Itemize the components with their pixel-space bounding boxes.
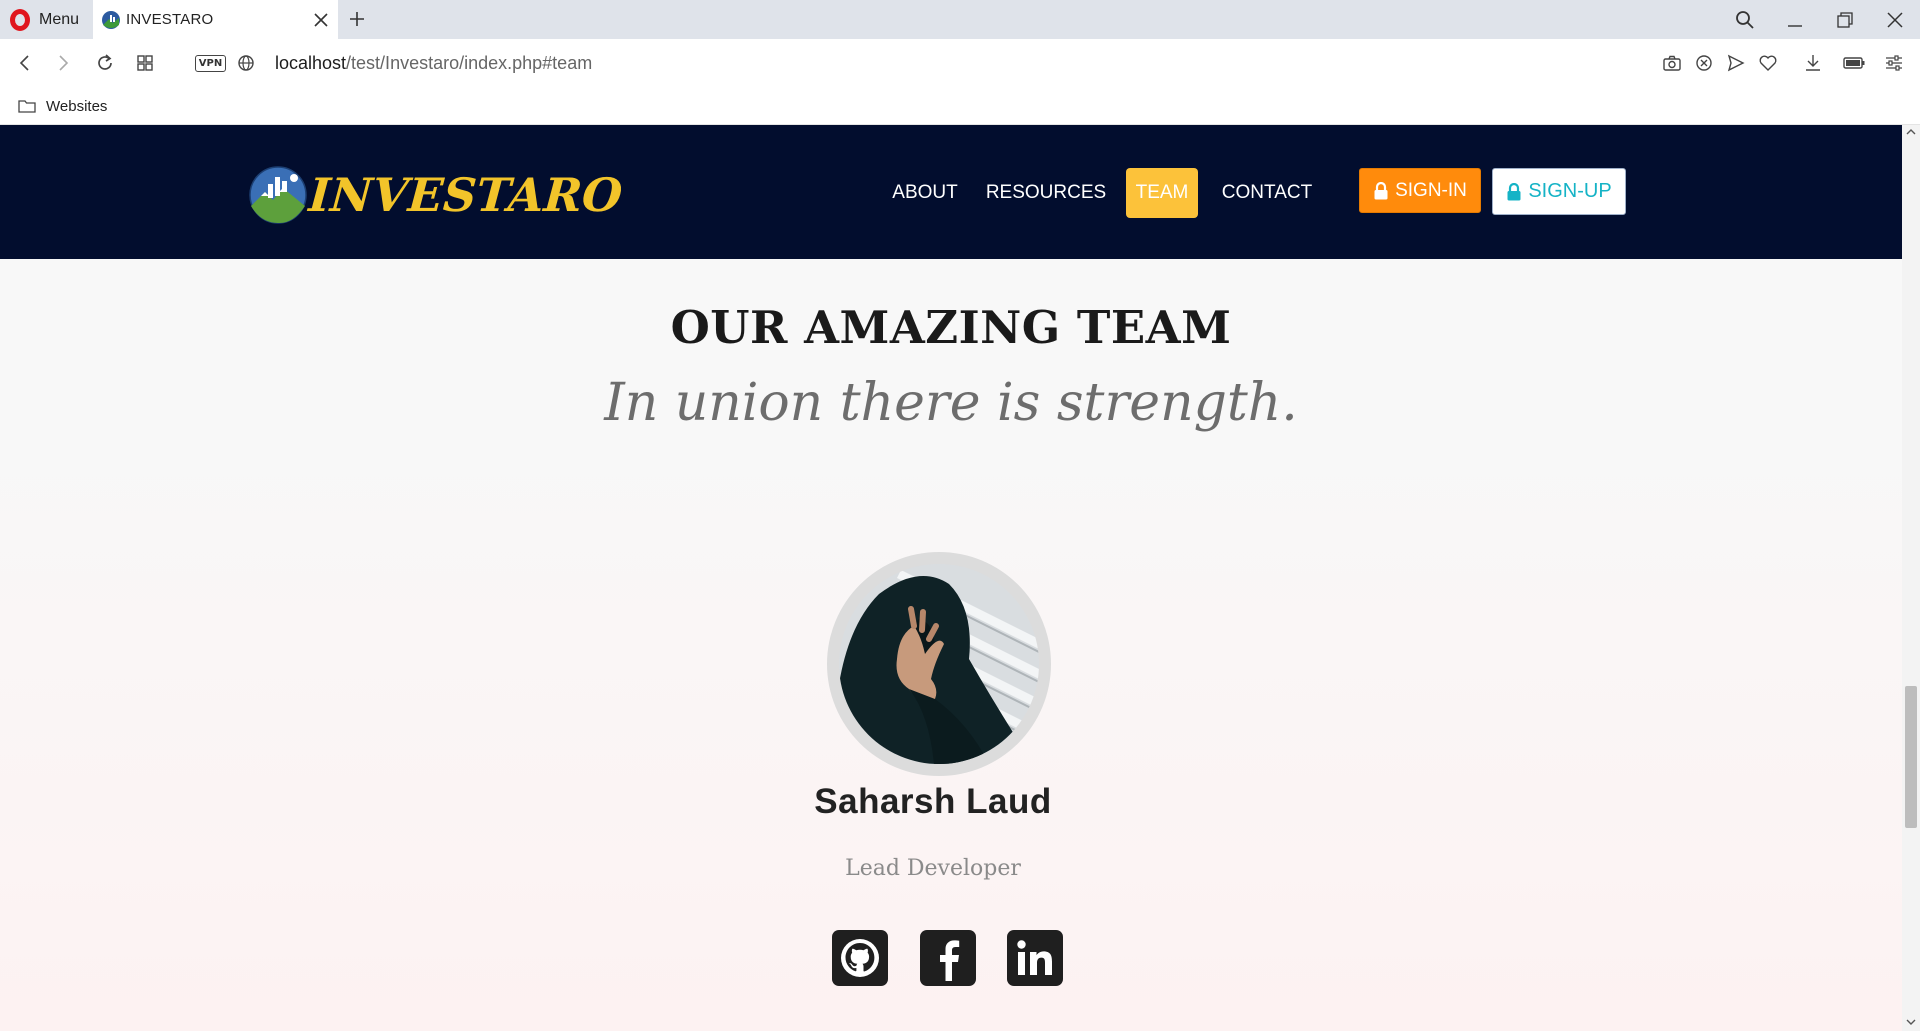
team-tagline: In union there is strength. [604, 373, 1298, 433]
bookmarks-bar: Websites [0, 87, 1920, 125]
vpn-badge[interactable]: VPN [195, 55, 226, 72]
sign-in-button[interactable]: SIGN-IN [1359, 168, 1481, 213]
avatar [827, 552, 1051, 776]
scrollbar-thumb[interactable] [1905, 686, 1917, 828]
browser-tab[interactable]: INVESTARO [93, 0, 338, 39]
url-field[interactable]: localhost/test/Investaro/index.php#team [275, 49, 592, 77]
url-path: /test/Investaro/index.php#team [346, 52, 593, 73]
sign-in-label: SIGN-IN [1395, 179, 1467, 201]
sign-up-label: SIGN-UP [1528, 180, 1612, 202]
download-icon[interactable] [1799, 49, 1827, 77]
menu-label: Menu [39, 10, 80, 28]
folder-icon [18, 100, 36, 113]
nav-link-resources[interactable]: RESOURCES [984, 168, 1108, 218]
team-heading: OUR AMAZING TEAM [670, 301, 1232, 354]
nav-link-contact[interactable]: CONTACT [1216, 168, 1318, 218]
globe-icon[interactable] [231, 48, 261, 78]
forward-icon[interactable] [48, 48, 78, 78]
heart-icon[interactable] [1754, 49, 1782, 77]
scroll-down-icon[interactable] [1906, 1018, 1916, 1026]
nav-link-team[interactable]: TEAM [1126, 168, 1198, 218]
scroll-up-icon[interactable] [1906, 128, 1916, 136]
site-logo[interactable]: INVESTARO [249, 165, 625, 225]
close-window-icon[interactable] [1870, 0, 1920, 39]
restore-icon[interactable] [1820, 0, 1870, 39]
member-name: Saharsh Laud [814, 782, 1052, 821]
new-tab-icon[interactable] [342, 4, 372, 34]
url-host: localhost [275, 52, 347, 73]
linkedin-icon[interactable] [1007, 930, 1063, 986]
minimize-icon[interactable] [1770, 0, 1820, 39]
opera-menu-button[interactable]: Menu [0, 0, 92, 39]
page-viewport: INVESTARO ABOUT RESOURCES TEAM CONTACT S… [0, 125, 1902, 1031]
snapshot-icon[interactable] [1658, 49, 1686, 77]
search-tabs-icon[interactable] [1720, 0, 1770, 39]
easy-setup-icon[interactable] [1880, 49, 1908, 77]
sign-up-button[interactable]: SIGN-UP [1492, 168, 1626, 215]
nav-link-about[interactable]: ABOUT [885, 168, 965, 218]
speed-dial-icon[interactable] [130, 48, 160, 78]
lock-icon [1374, 181, 1388, 199]
bookmark-folder-websites[interactable]: Websites [18, 93, 107, 119]
bookmark-label: Websites [46, 97, 108, 115]
lock-icon [1507, 182, 1521, 200]
member-photo [839, 564, 1039, 764]
investaro-logo-icon [249, 166, 307, 224]
facebook-icon[interactable] [920, 930, 976, 986]
back-icon[interactable] [10, 48, 40, 78]
member-role: Lead Developer [845, 856, 1021, 881]
address-bar: VPN localhost/test/Investaro/index.php#t… [0, 39, 1920, 87]
reload-icon[interactable] [90, 48, 120, 78]
tab-title: INVESTARO [126, 11, 214, 28]
page-scrollbar[interactable] [1902, 125, 1920, 1031]
brand-wordmark: INVESTARO [307, 168, 625, 222]
close-tab-icon[interactable] [306, 5, 336, 35]
investaro-favicon-icon [102, 10, 120, 29]
site-navbar: INVESTARO ABOUT RESOURCES TEAM CONTACT S… [0, 125, 1902, 259]
github-icon[interactable] [832, 930, 888, 986]
battery-saver-icon[interactable] [1840, 49, 1868, 77]
opera-logo-icon [10, 8, 30, 31]
ad-blocker-icon[interactable] [1690, 49, 1718, 77]
browser-tab-strip: Menu INVESTARO [0, 0, 1920, 39]
send-icon[interactable] [1722, 49, 1750, 77]
